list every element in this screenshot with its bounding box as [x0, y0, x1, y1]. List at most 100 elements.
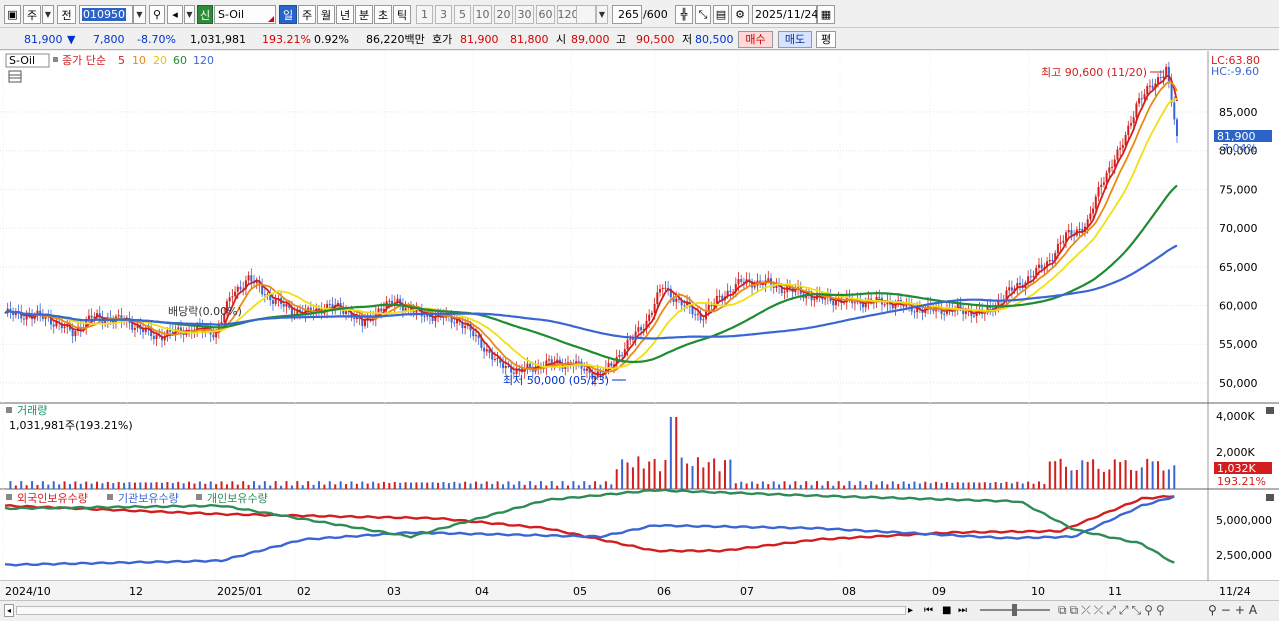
- candle-body: [353, 317, 356, 320]
- period-button-6[interactable]: 틱: [393, 5, 411, 24]
- save-icon[interactable]: ▤: [713, 5, 729, 24]
- buy-button[interactable]: 매수: [738, 31, 773, 48]
- zoom-tools-icons[interactable]: ⚲−+A: [1208, 603, 1261, 617]
- candle-body: [637, 327, 640, 332]
- stock-code-input[interactable]: 010950: [79, 5, 133, 24]
- interval-dropdown-button[interactable]: ▼: [596, 5, 608, 24]
- candle-body: [474, 335, 477, 337]
- stop-icon[interactable]: ■: [942, 604, 956, 618]
- candle-body: [177, 327, 180, 330]
- minute-button-20[interactable]: 20: [494, 5, 513, 24]
- candle-body: [626, 339, 629, 350]
- volume-bar: [393, 482, 396, 489]
- volume-bar: [1075, 470, 1078, 489]
- period-button-2[interactable]: 월: [317, 5, 335, 24]
- horizontal-scrollbar[interactable]: [16, 606, 906, 615]
- date-input[interactable]: 2025/11/24: [752, 5, 818, 24]
- candle-body: [1056, 243, 1059, 254]
- minute-button-10[interactable]: 10: [473, 5, 492, 24]
- period-button-1[interactable]: 주: [298, 5, 316, 24]
- volume-bar: [669, 417, 672, 489]
- candle-body: [453, 322, 456, 324]
- volume-bars: [9, 417, 1176, 489]
- volume-bar: [447, 483, 450, 489]
- volume-bar: [74, 481, 77, 489]
- sound-dropdown-button[interactable]: ▼: [184, 5, 195, 24]
- x-axis-label: 03: [387, 585, 401, 598]
- candle-body: [152, 335, 155, 340]
- chart-area[interactable]: S-Oil 종가 단순 5 10 20 60 120 LC:63.80 HC:-…: [0, 51, 1279, 621]
- volume-bar: [1135, 470, 1138, 489]
- candle-body: [282, 304, 285, 307]
- drawing-tools-icons[interactable]: ⧉⧉⤫⤫⤢⤢⤡⚲⚲: [1058, 603, 1168, 618]
- volume-bar: [918, 483, 921, 489]
- period-button-5[interactable]: 초: [374, 5, 392, 24]
- draw-tool-icon[interactable]: ⤡: [695, 5, 711, 24]
- volume-bar: [978, 482, 981, 489]
- chart-menu-icon[interactable]: ▣: [4, 5, 21, 24]
- volume-panel-close-icon[interactable]: [1266, 407, 1274, 414]
- sell-button[interactable]: 매도: [778, 31, 812, 48]
- low-price: 80,500: [695, 33, 734, 46]
- volume-bar: [437, 482, 440, 489]
- calendar-icon[interactable]: ▦: [817, 5, 835, 24]
- candle-type-icon[interactable]: ╬: [675, 5, 693, 24]
- table-view-icon[interactable]: [8, 70, 22, 83]
- volume-bar: [1140, 467, 1143, 489]
- period-button-4[interactable]: 분: [355, 5, 373, 24]
- volume-bar: [399, 482, 402, 489]
- volume-bar: [1124, 460, 1127, 489]
- holding-legend-foreign: 외국인보유수량: [17, 492, 88, 505]
- price-change-pct: -8.70%: [137, 33, 176, 46]
- candle-body: [834, 300, 837, 306]
- sound-icon[interactable]: ◂: [167, 5, 183, 24]
- period-button-0[interactable]: 일: [279, 5, 297, 24]
- scroll-right-icon[interactable]: ▸: [908, 604, 922, 618]
- candle-body: [215, 332, 218, 338]
- holding-panel-close-icon[interactable]: [1266, 494, 1274, 501]
- volume-bar: [236, 484, 239, 489]
- x-axis-label: 07: [740, 585, 754, 598]
- x-axis-label: 12: [129, 585, 143, 598]
- interval-input[interactable]: [576, 5, 596, 24]
- volume-current-pct: 193.21%: [1217, 475, 1266, 488]
- volume-bar: [989, 482, 992, 489]
- volume-bar: [518, 481, 521, 489]
- stock-name-field[interactable]: S-Oil: [214, 5, 276, 24]
- candle-body: [618, 354, 621, 357]
- volume-bar: [220, 481, 223, 489]
- candle-body: [1173, 102, 1176, 120]
- scroll-left-button[interactable]: ◂: [4, 604, 14, 617]
- market-dropdown-button[interactable]: ▼: [42, 5, 54, 24]
- volume-bar: [1108, 469, 1111, 489]
- candle-body: [640, 327, 643, 331]
- minute-button-1[interactable]: 1: [416, 5, 433, 24]
- prev-button[interactable]: 전: [57, 5, 76, 24]
- price-y-tick: 50,000: [1219, 377, 1258, 390]
- period-button-3[interactable]: 년: [336, 5, 354, 24]
- evaluate-button[interactable]: 평: [816, 31, 836, 48]
- chart-canvas[interactable]: S-Oil 종가 단순 5 10 20 60 120 LC:63.80 HC:-…: [0, 51, 1279, 621]
- count-input[interactable]: 265: [612, 5, 642, 24]
- zoom-slider-handle[interactable]: [1012, 604, 1017, 616]
- candle-body: [1138, 98, 1141, 104]
- volume-bar: [680, 457, 683, 489]
- code-dropdown-button[interactable]: ▼: [133, 5, 146, 24]
- volume-bar: [718, 471, 721, 489]
- minute-button-3[interactable]: 3: [435, 5, 452, 24]
- rewind-icon[interactable]: ⏮: [924, 604, 938, 618]
- minute-button-5[interactable]: 5: [454, 5, 471, 24]
- minute-button-60[interactable]: 60: [536, 5, 555, 24]
- volume-ratio: 193.21%: [262, 33, 311, 46]
- market-select[interactable]: 주: [23, 5, 41, 24]
- volume-bar: [875, 484, 878, 489]
- volume-bar: [864, 484, 867, 489]
- search-icon[interactable]: ⚲: [149, 5, 165, 24]
- minute-button-30[interactable]: 30: [515, 5, 534, 24]
- volume-bar: [14, 485, 17, 489]
- settings-gear-icon[interactable]: ⚙: [731, 5, 749, 24]
- forward-icon[interactable]: ⏭: [958, 604, 972, 618]
- volume-bar: [1043, 484, 1046, 489]
- count-max: /600: [643, 8, 668, 21]
- volume-bar: [1113, 459, 1116, 489]
